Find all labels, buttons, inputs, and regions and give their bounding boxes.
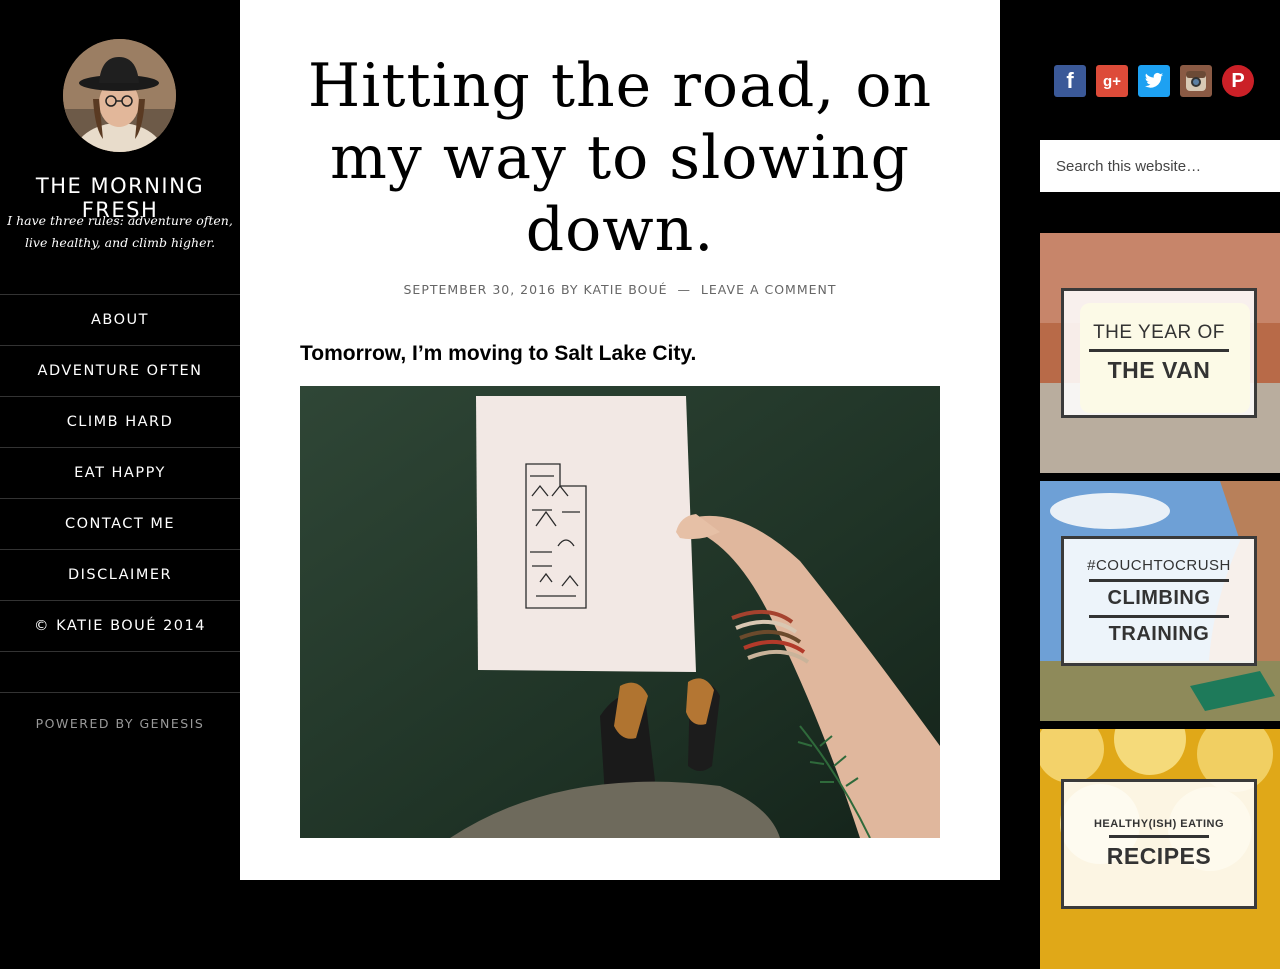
twitter-icon[interactable] bbox=[1138, 65, 1170, 97]
search-input[interactable] bbox=[1040, 140, 1280, 192]
main-nav: ABOUT ADVENTURE OFTEN CLIMB HARD EAT HAP… bbox=[0, 294, 240, 652]
promo-1-bar bbox=[1089, 349, 1229, 352]
avatar[interactable] bbox=[63, 39, 176, 152]
promo-3-line2: RECIPES bbox=[1106, 843, 1212, 869]
genesis-link[interactable]: GENESIS bbox=[139, 716, 204, 731]
social-icons: f g+ P bbox=[1054, 65, 1254, 97]
promo-3-bar bbox=[1109, 835, 1209, 838]
nav-item-about[interactable]: ABOUT bbox=[0, 295, 240, 346]
promo-2-bar bbox=[1089, 578, 1229, 582]
nav-item-copyright[interactable]: © KATIE BOUÉ 2014 bbox=[0, 601, 240, 652]
post-title[interactable]: Hitting the road, on my way to slowing d… bbox=[300, 50, 940, 266]
promo-1-line1: THE YEAR OF bbox=[1093, 322, 1225, 343]
post-photo bbox=[300, 386, 940, 839]
promo-2-line3: TRAINING bbox=[1108, 622, 1210, 645]
main-content: Hitting the road, on my way to slowing d… bbox=[240, 0, 1000, 880]
promo-healthy-recipes-box: HEALTHY(ISH) EATING RECIPES bbox=[1061, 779, 1257, 909]
post-author-link[interactable]: KATIE BOUÉ bbox=[584, 282, 668, 297]
nav-item-climb-hard[interactable]: CLIMB HARD bbox=[0, 397, 240, 448]
promo-2-line1: #COUCHTOCRUSH bbox=[1087, 556, 1231, 574]
promo-1-line2: THE VAN bbox=[1107, 357, 1211, 383]
pinterest-glyph: P bbox=[1231, 69, 1245, 92]
post-date: SEPTEMBER 30, 2016 bbox=[403, 282, 556, 297]
facebook-glyph: f bbox=[1066, 68, 1074, 93]
promo-couch-to-crush-box: #COUCHTOCRUSH CLIMBING TRAINING bbox=[1061, 536, 1257, 666]
post-by: BY bbox=[560, 282, 579, 297]
google-plus-icon[interactable]: g+ bbox=[1096, 65, 1128, 97]
promo-couch-to-crush[interactable]: #COUCHTOCRUSH CLIMBING TRAINING bbox=[1040, 481, 1280, 721]
facebook-icon[interactable]: f bbox=[1054, 65, 1086, 97]
powered-by-prefix: POWERED BY bbox=[35, 716, 134, 731]
nav-item-disclaimer[interactable]: DISCLAIMER bbox=[0, 550, 240, 601]
nav-item-contact-me[interactable]: CONTACT ME bbox=[0, 499, 240, 550]
leave-comment-link[interactable]: LEAVE A COMMENT bbox=[701, 282, 837, 297]
meta-dash: — bbox=[677, 282, 691, 297]
nav-item-eat-happy[interactable]: EAT HAPPY bbox=[0, 448, 240, 499]
pinterest-icon[interactable]: P bbox=[1222, 65, 1254, 97]
left-sidebar: THE MORNING FRESH I have three rules: ad… bbox=[0, 0, 240, 880]
google-plus-glyph: g+ bbox=[1103, 72, 1121, 90]
post-meta: SEPTEMBER 30, 2016 BY KATIE BOUÉ — LEAVE… bbox=[240, 282, 1000, 297]
post-lead-heading: Tomorrow, I’m moving to Salt Lake City. bbox=[300, 342, 697, 365]
sidebar-divider bbox=[0, 692, 240, 693]
nav-item-adventure-often[interactable]: ADVENTURE OFTEN bbox=[0, 346, 240, 397]
promo-year-of-the-van-box: THE YEAR OF THE VAN bbox=[1061, 288, 1257, 418]
promo-year-of-the-van[interactable]: THE YEAR OF THE VAN bbox=[1040, 233, 1280, 473]
promo-2-bar-2 bbox=[1089, 614, 1229, 618]
promo-healthy-recipes[interactable]: HEALTHY(ISH) EATING RECIPES bbox=[1040, 729, 1280, 969]
promo-3-line1: HEALTHY(ISH) EATING bbox=[1093, 818, 1225, 830]
powered-by: POWERED BY GENESIS bbox=[0, 716, 240, 731]
site-description: I have three rules: adventure often, liv… bbox=[7, 213, 233, 250]
promo-2-line2: CLIMBING bbox=[1107, 586, 1211, 609]
instagram-icon[interactable] bbox=[1180, 65, 1212, 97]
right-sidebar: f g+ P THE YEAR OF THE VAN bbox=[1000, 0, 1280, 969]
